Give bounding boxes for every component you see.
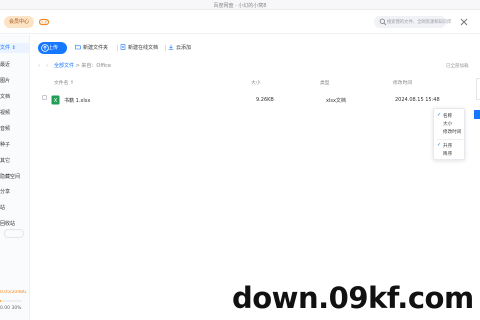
- watermark-text: down.09kf.com: [232, 281, 474, 315]
- upload-button[interactable]: 上传: [38, 42, 67, 54]
- sort-option-modified[interactable]: 修改时间: [443, 129, 461, 135]
- file-type: xlsx文档: [326, 98, 346, 104]
- toolbar-divider: [117, 45, 118, 51]
- right-panel-indicator[interactable]: [474, 110, 480, 119]
- search-placeholder: 搜索我的文件、全网资源和知识库: [387, 20, 452, 25]
- sidebar-item-torrents[interactable]: 种子: [0, 140, 30, 150]
- sidebar-item-other[interactable]: 其它: [0, 156, 30, 166]
- sidebar-item-recycle-bin[interactable]: 回收站: [0, 219, 30, 229]
- right-panel-tab[interactable]: [476, 78, 480, 100]
- table-row[interactable]: X 书籍 1.xlsx 9.26KB xlsx文档 2024.08.15 15:…: [38, 92, 458, 108]
- breadcrumb-current: 来自：Office: [81, 63, 111, 69]
- file-modified-time: 2024.08.15 15:48: [395, 97, 440, 103]
- folder-plus-icon: [75, 44, 81, 50]
- sort-menu: ✓ 名称 大小 修改时间 ✓ 升序 降序: [433, 108, 465, 160]
- member-center-button[interactable]: 会员中心: [4, 16, 34, 28]
- sidebar-tag[interactable]: [4, 229, 24, 238]
- new-online-doc-button[interactable]: 新建在线文档: [120, 42, 158, 54]
- menu-divider: [437, 139, 463, 140]
- sort-option-name[interactable]: 名称: [443, 113, 452, 119]
- storage-progress-fill: [0, 300, 2, 302]
- new-folder-button[interactable]: 新建文件夹: [75, 42, 108, 54]
- column-header-name[interactable]: 文件名 ↑: [54, 79, 74, 86]
- check-icon: ✓: [437, 112, 442, 118]
- toolbar-divider: [165, 45, 166, 51]
- sidebar-item-hidden-space[interactable]: 隐藏空间: [0, 172, 30, 182]
- storage-text: 0.05/2048G: [0, 290, 27, 295]
- gamepad-icon[interactable]: [39, 17, 49, 27]
- file-table-header: 文件名 ↑ 大小 类型 修改时间: [38, 77, 458, 87]
- speed-text: 0.00 30%: [0, 306, 22, 311]
- sidebar-item-images[interactable]: 图片: [0, 76, 30, 86]
- column-header-type[interactable]: 类型: [320, 79, 330, 86]
- search-icon: [379, 18, 387, 26]
- back-arrow-icon[interactable]: ‹: [38, 63, 40, 69]
- sidebar-item-videos[interactable]: 视频: [0, 108, 30, 118]
- column-header-modified[interactable]: 修改时间: [393, 79, 412, 86]
- sort-option-size[interactable]: 大小: [443, 121, 452, 127]
- search-input[interactable]: 搜索我的文件、全网资源和知识库: [374, 16, 451, 28]
- row-checkbox[interactable]: [42, 95, 47, 100]
- cloud-download-icon: [168, 44, 174, 50]
- sidebar-item-recent[interactable]: 最近: [0, 60, 30, 70]
- check-icon: ✓: [437, 142, 442, 148]
- loaded-status: 已全部加载: [446, 64, 469, 69]
- forward-arrow-icon[interactable]: ›: [46, 63, 48, 69]
- window-title: 百度网盘 · 小幻的小窝8: [213, 3, 267, 9]
- sidebar-item-share[interactable]: 分享: [0, 187, 30, 197]
- svg-text:X: X: [54, 98, 58, 104]
- sidebar-item-station[interactable]: 站: [0, 203, 30, 213]
- new-folder-label: 新建文件夹: [83, 45, 109, 51]
- close-icon[interactable]: [459, 17, 469, 27]
- cloud-add-button[interactable]: 云添加: [168, 42, 191, 54]
- breadcrumb-root[interactable]: 全部文件: [54, 63, 74, 69]
- storage-progress: [0, 300, 22, 302]
- excel-file-icon: X: [51, 95, 60, 105]
- sort-option-ascending[interactable]: 升序: [443, 143, 452, 149]
- document-icon: [120, 44, 126, 50]
- top-header: 会员中心 搜索我的文件、全网资源和知识库: [0, 10, 480, 34]
- sort-option-descending[interactable]: 降序: [443, 151, 452, 157]
- upload-label: 上传: [48, 45, 59, 51]
- sidebar-item-audio[interactable]: 音频: [0, 124, 30, 134]
- new-online-doc-label: 新建在线文档: [128, 45, 159, 51]
- sidebar-item-docs[interactable]: 文档: [0, 92, 30, 102]
- sidebar: 文件 ⇕ 最近 图片 文档 视频 音频 种子 其它 隐藏空间 分享 站 回收站 …: [0, 35, 30, 320]
- sidebar-item-files[interactable]: 文件 ⇕: [0, 43, 30, 53]
- upload-icon: [41, 44, 49, 52]
- title-bar: 百度网盘 · 小幻的小窝8: [0, 0, 480, 10]
- breadcrumb: ‹ › 全部文件 > 来自：Office: [38, 62, 111, 70]
- file-name[interactable]: 书籍 1.xlsx: [64, 97, 90, 104]
- file-size: 9.26KB: [256, 97, 274, 103]
- cloud-add-label: 云添加: [176, 45, 192, 51]
- column-header-size[interactable]: 大小: [251, 79, 261, 86]
